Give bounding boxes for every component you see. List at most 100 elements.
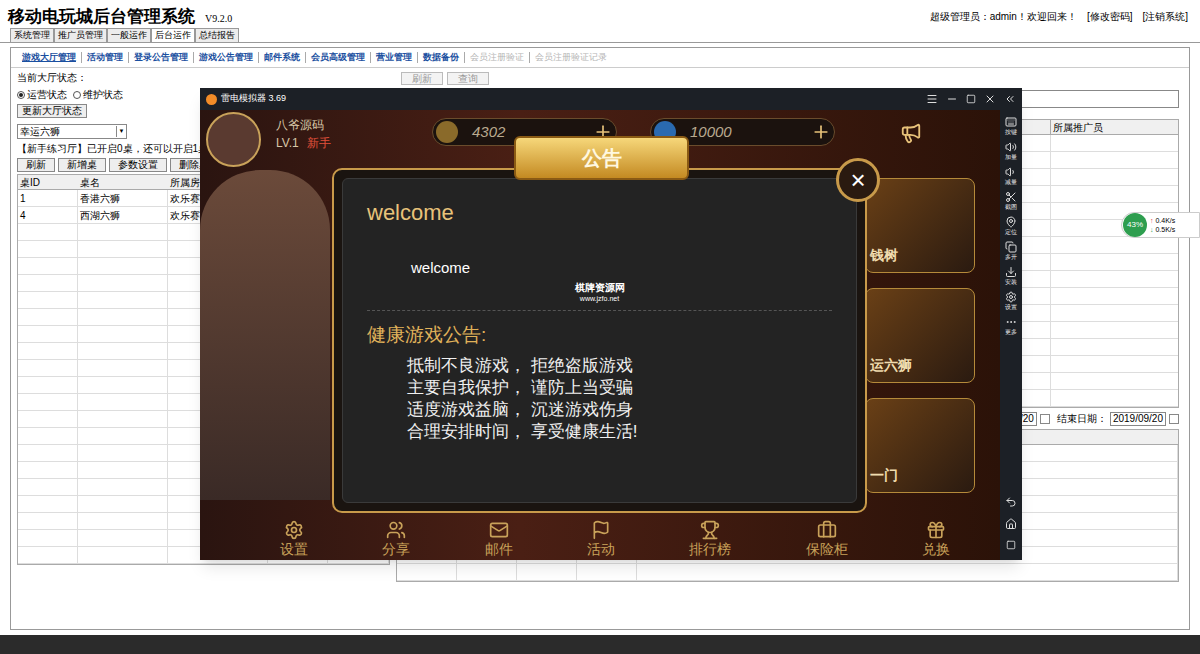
- sidebar-tool[interactable]: 定位: [1005, 216, 1017, 237]
- notice-section: 健康游戏公告:: [367, 321, 832, 350]
- column-header[interactable]: 所属推广员: [1050, 120, 1178, 135]
- column-header[interactable]: 桌ID: [18, 175, 78, 190]
- notice-text: welcome: [411, 257, 832, 280]
- calendar-icon[interactable]: [1169, 414, 1179, 424]
- sub-tab[interactable]: 活动管理: [81, 52, 128, 63]
- sidebar-tool[interactable]: 加量: [1005, 141, 1017, 162]
- admin-page: 移动电玩城后台管理系统V9.2.0超级管理员：admin！欢迎回来！[修改密码]…: [0, 0, 1200, 654]
- menu-item[interactable]: 分享: [382, 520, 410, 558]
- hall-button[interactable]: 参数设置: [109, 158, 167, 172]
- version: V9.2.0: [205, 10, 232, 28]
- game-screen[interactable]: 八爷源码LV.1新手430210000钱树运六狮一门设置分享邮件活动排行榜保险柜…: [200, 110, 1000, 560]
- sidebar-tool[interactable]: 截图: [1005, 191, 1017, 212]
- sidebar-tool[interactable]: 安装: [1005, 266, 1017, 287]
- sub-tab[interactable]: 登录公告管理: [128, 52, 193, 63]
- collapse-icon[interactable]: [1004, 93, 1016, 105]
- sub-tab[interactable]: 邮件系统: [258, 52, 305, 63]
- game-select[interactable]: 幸运六狮▼: [17, 124, 127, 139]
- recent-apps-icon[interactable]: [1006, 540, 1016, 550]
- sub-tab[interactable]: 游戏大厅管理: [17, 52, 81, 63]
- status-radio[interactable]: 维护状态: [73, 87, 123, 102]
- top-tab[interactable]: 一般运作: [107, 28, 151, 42]
- home-icon[interactable]: [1005, 518, 1017, 530]
- menu-item[interactable]: 排行榜: [689, 520, 731, 558]
- sidebar-tool[interactable]: 更多: [1005, 316, 1017, 337]
- maximize-icon[interactable]: [966, 94, 976, 104]
- notice-line: 主要自我保护， 谨防上当受骗: [407, 377, 832, 399]
- notice-close-button[interactable]: ×: [836, 158, 880, 202]
- menu-item[interactable]: 邮件: [485, 520, 513, 558]
- add-icon[interactable]: [811, 122, 831, 142]
- player-level: LV.1: [276, 134, 299, 152]
- game-card[interactable]: 一门: [865, 398, 975, 493]
- sub-tab[interactable]: 游戏公告管理: [193, 52, 258, 63]
- sidebar-tool[interactable]: 多开: [1005, 241, 1017, 262]
- update-status-button[interactable]: 更新大厅状态: [17, 104, 87, 118]
- tool-icon: [1005, 291, 1017, 303]
- status-radio[interactable]: 运营状态: [17, 87, 67, 102]
- watermark: 棋牌资源网www.jzfo.net: [575, 282, 625, 304]
- menu-item[interactable]: 兑换: [922, 520, 950, 558]
- minimize-icon[interactable]: [946, 93, 958, 105]
- sidebar-tool[interactable]: 减量: [1005, 166, 1017, 187]
- game-card[interactable]: 钱树: [865, 178, 975, 273]
- notice-line: 抵制不良游戏， 拒绝盗版游戏: [407, 355, 832, 377]
- tool-icon: [1005, 166, 1017, 178]
- bottom-menu: 设置 分享 邮件 活动 排行榜 保险柜 兑换: [240, 512, 990, 560]
- column-header[interactable]: 桌名: [78, 175, 168, 190]
- cpu-gauge: 43%: [1123, 213, 1147, 237]
- app-title: 移动电玩城后台管理系统: [8, 6, 195, 28]
- top-tab[interactable]: 总结报告: [195, 28, 239, 42]
- status-label: 当前大厅状态：: [17, 70, 390, 85]
- menu-item[interactable]: 设置: [280, 520, 308, 558]
- sub-tab[interactable]: 会员高级管理: [305, 52, 370, 63]
- tool-icon: [1005, 241, 1017, 253]
- menu-item-icon: [386, 520, 406, 540]
- menu-icon[interactable]: [926, 93, 938, 105]
- net-widget: 43%↑ 0.4K/s↓ 0.5K/s: [1121, 212, 1200, 238]
- sub-tab[interactable]: 会员注册验证记录: [529, 52, 612, 63]
- hall-button[interactable]: 刷新: [17, 158, 55, 172]
- query-button[interactable]: 查询: [447, 72, 489, 85]
- horn-icon[interactable]: [900, 122, 922, 144]
- end-date[interactable]: 2019/09/20: [1110, 412, 1166, 426]
- emulator-title: 雷电模拟器 3.69: [221, 92, 286, 106]
- menu-item-icon: [817, 520, 837, 540]
- query-button[interactable]: 刷新: [401, 72, 443, 85]
- menu-item-icon: [700, 520, 720, 540]
- notice-popup: 公告welcomewelcome棋牌资源网www.jzfo.net健康游戏公告:…: [332, 168, 867, 513]
- sub-tab[interactable]: 会员注册验证: [464, 52, 529, 63]
- tool-icon: [1005, 191, 1017, 203]
- header-link[interactable]: [注销系统]: [1142, 9, 1188, 24]
- back-icon[interactable]: [1005, 496, 1017, 508]
- menu-item-icon: [926, 520, 946, 540]
- top-tab[interactable]: 后台运作: [151, 28, 195, 42]
- top-tab[interactable]: 系统管理: [10, 28, 54, 42]
- header: 移动电玩城后台管理系统V9.2.0超级管理员：admin！欢迎回来！[修改密码]…: [0, 0, 1200, 28]
- end-label: 结束日期：: [1057, 411, 1107, 426]
- top-tabs: 系统管理推广员管理一般运作后台运作总结报告: [0, 28, 1200, 43]
- sub-tab[interactable]: 营业管理: [370, 52, 417, 63]
- top-tab[interactable]: 推广员管理: [54, 28, 107, 42]
- game-card[interactable]: 运六狮: [865, 288, 975, 383]
- sidebar-tool[interactable]: 按键: [1005, 116, 1017, 137]
- sub-tab[interactable]: 数据备份: [417, 52, 464, 63]
- emulator-window[interactable]: 雷电模拟器 3.69八爷源码LV.1新手430210000钱树运六狮一门设置分享…: [200, 88, 1022, 560]
- menu-item[interactable]: 活动: [587, 520, 615, 558]
- avatar[interactable]: [206, 112, 261, 167]
- sub-tabs: 游戏大厅管理活动管理登录公告管理游戏公告管理邮件系统会员高级管理营业管理数据备份…: [11, 48, 1189, 68]
- sidebar-tool[interactable]: 设置: [1005, 291, 1017, 312]
- close-icon[interactable]: [984, 93, 996, 105]
- emulator-logo-icon: [206, 94, 217, 105]
- notice-line: 适度游戏益脑， 沉迷游戏伤身: [407, 399, 832, 421]
- hall-button[interactable]: 新增桌: [58, 158, 106, 172]
- taskbar: [0, 635, 1200, 654]
- tool-icon: [1005, 316, 1017, 328]
- calendar-icon[interactable]: [1040, 414, 1050, 424]
- upload-speed: ↑ 0.4K/s: [1150, 216, 1175, 225]
- emulator-titlebar: 雷电模拟器 3.69: [200, 88, 1022, 110]
- tool-icon: [1005, 141, 1017, 153]
- menu-item[interactable]: 保险柜: [806, 520, 848, 558]
- header-link[interactable]: [修改密码]: [1087, 9, 1133, 24]
- emulator-sidebar: 按键加量减量截图定位多开安装设置更多: [1000, 110, 1022, 560]
